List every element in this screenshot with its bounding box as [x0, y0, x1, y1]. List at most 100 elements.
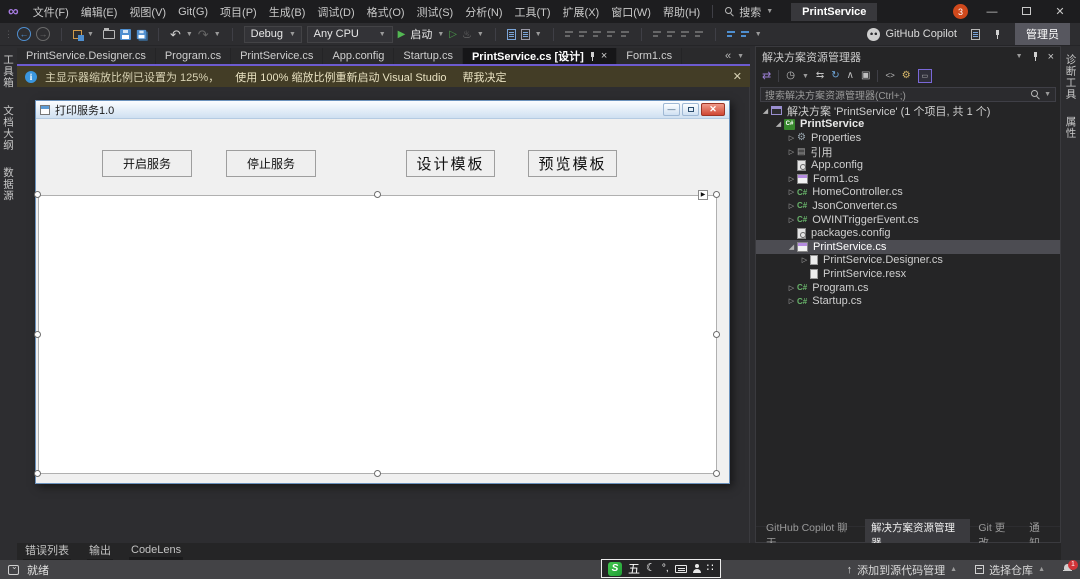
- chevron-collapsed-icon[interactable]: [786, 202, 797, 210]
- tree-item-packages-config[interactable]: packages.config: [756, 226, 1060, 240]
- solution-configuration-dropdown[interactable]: Debug▼: [244, 26, 302, 43]
- chevron-collapsed-icon[interactable]: [799, 256, 810, 264]
- undo-icon[interactable]: ↶: [170, 28, 181, 41]
- resize-handle-bottom-left[interactable]: [34, 470, 41, 477]
- chevron-down-icon[interactable]: ▼: [535, 31, 542, 38]
- properties-wrench-icon[interactable]: ⚙: [902, 71, 911, 81]
- tree-item-homecontroller[interactable]: C# HomeController.cs: [756, 186, 1060, 200]
- chevron-collapsed-icon[interactable]: [786, 297, 797, 305]
- solution-search-input[interactable]: 搜索解决方案资源管理器(Ctrl+;) ▼: [760, 87, 1056, 102]
- menu-edit[interactable]: 编辑(E): [75, 4, 124, 20]
- toolbar-grip[interactable]: ⋮: [4, 29, 12, 40]
- infobar-help-link[interactable]: 帮我决定: [463, 69, 507, 85]
- github-copilot-button[interactable]: GitHub Copilot: [867, 28, 957, 41]
- sogou-logo-icon[interactable]: S: [608, 562, 622, 576]
- chevron-collapsed-icon[interactable]: [786, 175, 797, 183]
- add-to-source-control-button[interactable]: ↑ 添加到源代码管理 ▲: [847, 562, 957, 578]
- menu-extensions[interactable]: 扩展(X): [557, 4, 606, 20]
- layout-guides-icon[interactable]: [741, 30, 750, 39]
- refresh-icon[interactable]: ↻: [831, 71, 839, 81]
- tree-item-owintriggerevent[interactable]: C# OWINTriggerEvent.cs: [756, 213, 1060, 227]
- tab-printservice-cs[interactable]: PrintService.cs: [231, 48, 323, 64]
- chevron-down-icon[interactable]: ▼: [437, 31, 444, 38]
- tab-error-list[interactable]: 错误列表: [23, 542, 71, 562]
- background-tasks-icon[interactable]: [8, 565, 19, 575]
- layout-snap-icon[interactable]: [727, 30, 736, 39]
- tab-program-cs[interactable]: Program.cs: [156, 48, 231, 64]
- notifications-bell-button[interactable]: 1: [1063, 564, 1072, 576]
- resize-handle-mid-right[interactable]: [713, 331, 720, 338]
- soft-keyboard-icon[interactable]: [675, 565, 687, 573]
- menu-git[interactable]: Git(G): [172, 6, 214, 18]
- save-all-icon[interactable]: [137, 29, 146, 38]
- tab-list-dropdown-icon[interactable]: ▼: [737, 53, 744, 60]
- tree-item-jsonconverter[interactable]: C# JsonConverter.cs: [756, 199, 1060, 213]
- smart-tag-arrow-icon[interactable]: ▶: [698, 190, 708, 200]
- chevron-expanded-icon[interactable]: [760, 107, 771, 115]
- chevron-down-icon[interactable]: ▼: [802, 73, 809, 80]
- tab-output[interactable]: 输出: [87, 542, 113, 562]
- chevron-down-icon[interactable]: ▼: [87, 31, 94, 38]
- tree-item-app-config[interactable]: App.config: [756, 158, 1060, 172]
- toolbar-options-icon[interactable]: ▼: [755, 31, 762, 38]
- sidebar-tab-toolbox[interactable]: 工具箱: [1, 54, 16, 89]
- switch-views-icon[interactable]: ⇄: [762, 71, 771, 82]
- tree-item-startup-cs[interactable]: C# Startup.cs: [756, 294, 1060, 308]
- chevron-collapsed-icon[interactable]: [786, 284, 797, 292]
- resize-handle-mid-left[interactable]: [34, 331, 41, 338]
- sidebar-tab-document-outline[interactable]: 文档大纲: [1, 105, 16, 151]
- menu-debug[interactable]: 调试(D): [311, 4, 360, 20]
- notification-badge[interactable]: 3: [953, 4, 968, 19]
- flag-icon[interactable]: [994, 30, 1001, 39]
- redo-icon[interactable]: ↷: [198, 28, 209, 41]
- solution-platform-dropdown[interactable]: Any CPU▼: [307, 26, 393, 43]
- chevron-collapsed-icon[interactable]: [786, 134, 797, 142]
- document-outline-icon[interactable]: [521, 29, 530, 40]
- chevron-collapsed-icon[interactable]: [786, 216, 797, 224]
- chevron-expanded-icon[interactable]: [786, 243, 797, 251]
- tree-item-properties[interactable]: ⚙ Properties: [756, 131, 1060, 145]
- resize-handle-bottom-right[interactable]: [713, 470, 720, 477]
- tab-startup-cs[interactable]: Startup.cs: [394, 48, 463, 64]
- form-close-button[interactable]: ✕: [701, 103, 725, 116]
- pending-changes-filter-icon[interactable]: ◷: [786, 71, 795, 81]
- resize-handle-top-mid[interactable]: [374, 191, 381, 198]
- auto-hide-pin-icon[interactable]: [1032, 52, 1039, 61]
- form-title-bar[interactable]: 打印服务1.0 — ✕: [36, 101, 729, 119]
- tree-item-references[interactable]: ▤ 引用: [756, 145, 1060, 159]
- quick-search[interactable]: 搜索 ▼: [719, 4, 779, 20]
- punctuation-indicator[interactable]: °,: [662, 564, 669, 574]
- infobar-close-icon[interactable]: ✕: [733, 70, 742, 83]
- tree-item-printservice-resx[interactable]: PrintService.resx: [756, 267, 1060, 281]
- menu-file[interactable]: 文件(F): [27, 4, 75, 20]
- chevron-collapsed-icon[interactable]: [786, 188, 797, 196]
- sidebar-tab-diagnostic-tools[interactable]: 诊断工具: [1064, 54, 1079, 100]
- tree-item-printservice-designer[interactable]: PrintService.Designer.cs: [756, 254, 1060, 268]
- send-feedback-icon[interactable]: [971, 29, 980, 40]
- tab-app-config[interactable]: App.config: [323, 48, 394, 64]
- start-debug-icon[interactable]: ▶: [398, 29, 406, 40]
- menu-format[interactable]: 格式(O): [361, 4, 411, 20]
- start-service-button[interactable]: 开启服务: [102, 150, 192, 177]
- window-position-icon[interactable]: ▼: [1016, 53, 1023, 60]
- form-maximize-button[interactable]: [682, 103, 699, 116]
- new-project-icon[interactable]: [73, 30, 82, 39]
- sync-with-active-document-icon[interactable]: ⇆: [816, 71, 824, 81]
- tree-item-solution[interactable]: 解决方案 'PrintService' (1 个项目, 共 1 个): [756, 104, 1060, 118]
- preview-selected-items-toggle[interactable]: ▭: [918, 69, 932, 83]
- menu-test[interactable]: 测试(S): [411, 4, 460, 20]
- resize-handle-bottom-mid[interactable]: [374, 470, 381, 477]
- open-folder-icon[interactable]: [103, 30, 115, 39]
- chevron-down-icon[interactable]: ▼: [1044, 91, 1051, 98]
- sidebar-tab-properties[interactable]: 属性: [1064, 116, 1079, 139]
- collapse-all-icon[interactable]: ∧: [847, 71, 854, 81]
- design-template-button[interactable]: 设计模板: [406, 150, 495, 177]
- grid-menu-icon[interactable]: ∷: [707, 563, 714, 574]
- infobar-restart-link[interactable]: 使用 100% 缩放比例重新启动 Visual Studio: [235, 69, 446, 85]
- ime-mode-indicator[interactable]: 五: [628, 563, 640, 575]
- form-minimize-button[interactable]: —: [663, 103, 680, 116]
- selected-panel-control[interactable]: [38, 195, 717, 474]
- tree-item-program-cs[interactable]: C# Program.cs: [756, 281, 1060, 295]
- panel-close-icon[interactable]: ×: [1048, 51, 1054, 63]
- sidebar-tab-data-sources[interactable]: 数据源: [1, 167, 16, 202]
